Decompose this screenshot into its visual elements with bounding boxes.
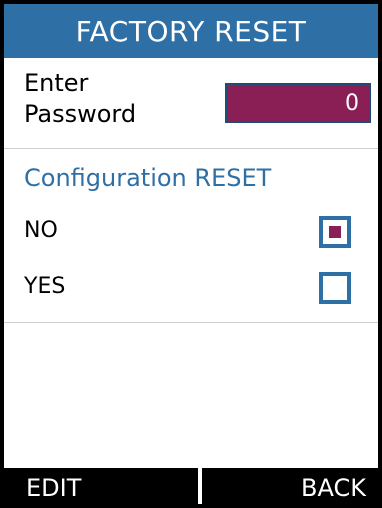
back-softkey[interactable]: BACK — [301, 468, 366, 504]
password-input[interactable]: 0 — [225, 83, 371, 123]
edit-softkey[interactable]: EDIT — [26, 468, 81, 504]
softkey-bar: EDIT BACK — [4, 468, 378, 504]
page-title: FACTORY RESET — [4, 4, 378, 58]
option-no-checkbox[interactable] — [319, 216, 351, 248]
configuration-reset-title: Configuration RESET — [24, 164, 272, 192]
option-yes-checkbox[interactable] — [319, 272, 351, 304]
factory-reset-screen: FACTORY RESET Enter Password 0 Configura… — [0, 0, 382, 508]
divider — [4, 148, 378, 149]
password-label: Enter Password — [24, 68, 136, 130]
password-label-line1: Enter — [24, 69, 89, 97]
option-yes-label: YES — [24, 274, 66, 299]
option-no-label: NO — [24, 218, 58, 243]
checkbox-checked-icon — [329, 226, 341, 238]
password-label-line2: Password — [24, 100, 137, 128]
softkey-separator — [198, 468, 202, 504]
divider — [4, 322, 378, 323]
